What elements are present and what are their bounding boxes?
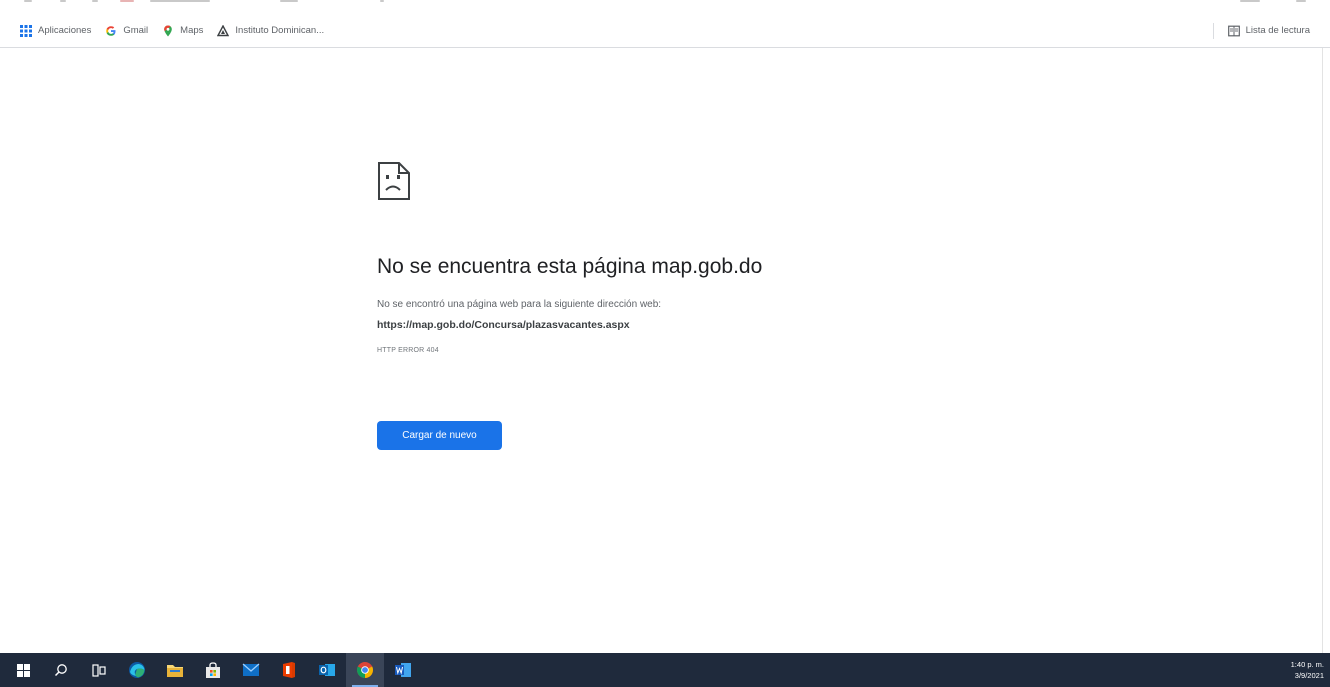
- reading-list-label: Lista de lectura: [1245, 25, 1310, 36]
- bookmark-maps[interactable]: Maps: [156, 19, 209, 43]
- task-view-button[interactable]: [80, 653, 118, 687]
- sad-file-icon: [378, 162, 410, 200]
- taskbar: 1:40 p. m. 3/9/2021: [0, 653, 1330, 687]
- bookmark-label: Instituto Dominican...: [235, 25, 325, 36]
- maps-pin-icon: [164, 25, 172, 36]
- chrome-icon: [356, 662, 374, 678]
- taskbar-app-store[interactable]: [194, 653, 232, 687]
- toolbar-fragment: [280, 0, 298, 2]
- start-button[interactable]: [4, 653, 42, 687]
- taskbar-app-office[interactable]: [270, 653, 308, 687]
- bookmark-label: Gmail: [123, 25, 149, 36]
- clock-time: 1:40 p. m.: [1290, 660, 1324, 669]
- toolbar-fragment: [380, 0, 384, 2]
- toolbar-fragment: [120, 0, 134, 2]
- google-g-icon: [106, 25, 116, 36]
- windows-start-icon: [16, 663, 30, 677]
- browser-window: Aplicaciones Gmail Maps Instituto Domini…: [0, 0, 1330, 687]
- taskbar-search-button[interactable]: [42, 653, 80, 687]
- bookmark-label: Maps: [180, 25, 204, 36]
- toolbar-fragment: [92, 0, 98, 2]
- reading-list-button[interactable]: Lista de lectura: [1222, 19, 1316, 43]
- taskbar-app-mail[interactable]: [232, 653, 270, 687]
- word-icon: [395, 663, 411, 677]
- browser-toolbar-edge: [0, 0, 1330, 8]
- bookmarks-bar: Aplicaciones Gmail Maps Instituto Domini…: [0, 14, 1330, 48]
- bookmark-label: Aplicaciones: [38, 25, 92, 36]
- reading-list-icon: [1227, 25, 1240, 36]
- mail-icon: [242, 663, 260, 676]
- error-title: No se encuentra esta página map.gob.do: [377, 255, 763, 278]
- edge-browser-icon: [129, 662, 145, 678]
- taskbar-app-chrome[interactable]: [346, 653, 384, 687]
- outlook-icon: [319, 664, 335, 676]
- toolbar-fragment: [1296, 0, 1306, 2]
- taskbar-app-file-explorer[interactable]: [156, 653, 194, 687]
- bookmarks-separator: [1212, 22, 1214, 39]
- store-bag-icon: [206, 661, 220, 678]
- toolbar-fragment: [1240, 0, 1260, 2]
- error-url: https://map.gob.do/Concursa/plazasvacant…: [377, 319, 630, 331]
- page-content: No se encuentra esta página map.gob.do N…: [0, 48, 1330, 653]
- bookmark-gmail[interactable]: Gmail: [99, 19, 154, 43]
- reload-button[interactable]: Cargar de nuevo: [377, 421, 502, 450]
- clock-date: 3/9/2021: [1294, 671, 1324, 680]
- error-container: No se encuentra esta página map.gob.do N…: [377, 162, 897, 450]
- toolbar-fragment: [150, 0, 210, 2]
- toolbar-fragment: [60, 0, 66, 2]
- taskbar-app-word[interactable]: [384, 653, 422, 687]
- task-view-icon: [92, 663, 106, 677]
- search-icon: [54, 664, 67, 677]
- error-description: No se encontró una página web para la si…: [377, 299, 662, 310]
- triangle-logo-icon: [217, 24, 230, 36]
- bookmark-instituto[interactable]: Instituto Dominican...: [211, 19, 330, 43]
- apps-grid-icon: [20, 24, 32, 37]
- scrollbar-track[interactable]: [1322, 48, 1323, 653]
- bookmark-apps[interactable]: Aplicaciones: [14, 19, 97, 43]
- office-icon: [283, 662, 295, 678]
- taskbar-app-outlook[interactable]: [308, 653, 346, 687]
- toolbar-fragment: [24, 0, 32, 2]
- taskbar-clock[interactable]: 1:40 p. m. 3/9/2021: [1264, 653, 1330, 687]
- taskbar-app-edge[interactable]: [118, 653, 156, 687]
- folder-icon: [167, 665, 183, 677]
- error-code: HTTP ERROR 404: [377, 347, 439, 354]
